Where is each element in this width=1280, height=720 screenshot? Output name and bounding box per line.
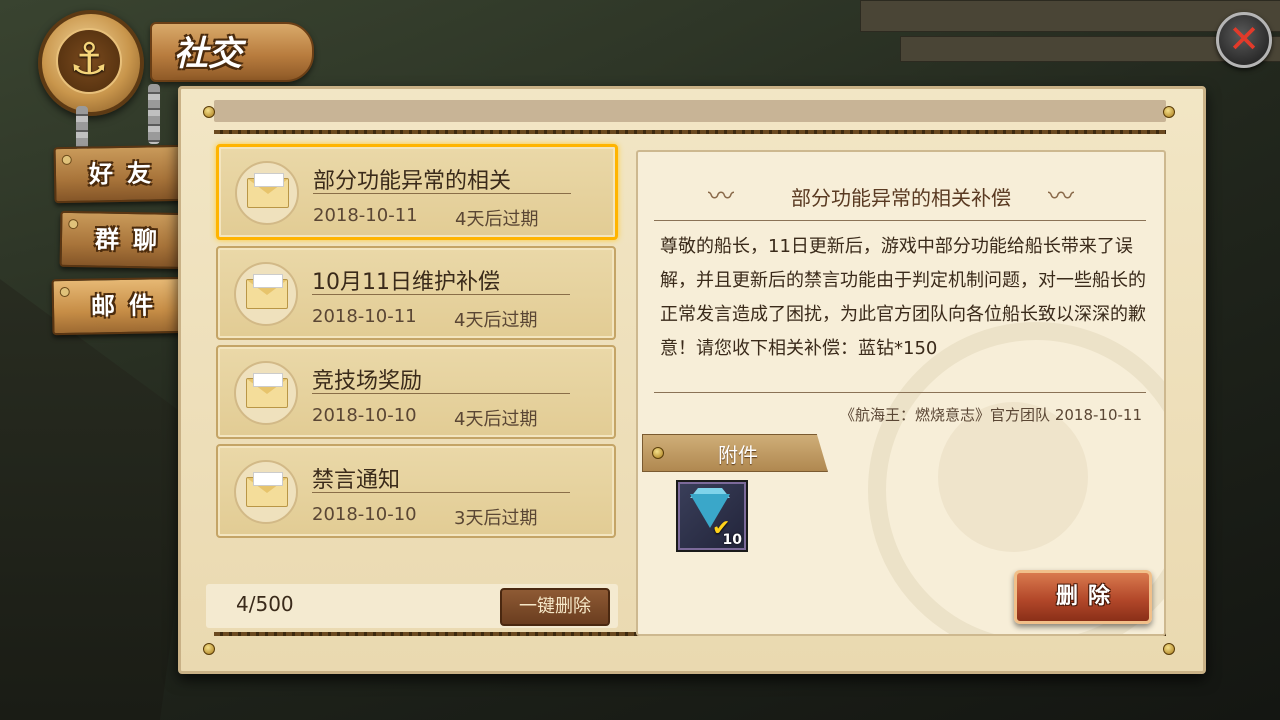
background-plank bbox=[860, 0, 1280, 32]
detail-body: 尊敬的船长，11日更新后，游戏中部分功能给船长带来了误解，并且更新后的禁言功能由… bbox=[660, 236, 1146, 359]
emblem-inner: ⚓ bbox=[56, 28, 122, 94]
stud-icon bbox=[203, 643, 215, 655]
anchor-icon: ⚓ bbox=[69, 34, 109, 85]
mail-date: 2018-10-11 bbox=[313, 205, 418, 226]
stud-icon bbox=[652, 447, 664, 459]
divider bbox=[654, 392, 1146, 393]
tab-label: 邮件 bbox=[90, 290, 168, 321]
mail-list-item[interactable]: 10月11日维护补偿 2018-10-11 4天后过期 bbox=[216, 246, 616, 340]
divider bbox=[312, 492, 570, 493]
mail-date: 2018-10-10 bbox=[312, 405, 417, 426]
detail-title: 部分功能异常的相关补偿 bbox=[791, 186, 1011, 210]
social-emblem: ⚓ bbox=[38, 10, 144, 116]
mail-detail-pane: 〰 〰 部分功能异常的相关补偿 尊敬的船长，11日更新后，游戏中部分功能给船长带… bbox=[636, 150, 1166, 636]
close-icon: ✕ bbox=[1228, 17, 1260, 61]
mail-title: 禁言通知 bbox=[312, 468, 401, 493]
divider bbox=[313, 193, 571, 194]
panel-divider-top bbox=[214, 130, 1166, 134]
mail-expire: 3天后过期 bbox=[454, 508, 538, 529]
envelope-icon bbox=[235, 161, 299, 225]
chain-decoration bbox=[148, 84, 160, 144]
tab-friends[interactable]: 好友 bbox=[53, 144, 187, 204]
divider bbox=[312, 294, 570, 295]
panel-top-bar bbox=[214, 100, 1166, 122]
mail-title: 竞技场奖励 bbox=[312, 369, 423, 394]
mail-expire: 4天后过期 bbox=[455, 209, 539, 230]
mail-list-item[interactable]: 禁言通知 2018-10-10 3天后过期 bbox=[216, 444, 616, 538]
delete-all-button[interactable]: 一键删除 bbox=[500, 588, 610, 626]
stud-icon bbox=[203, 106, 215, 118]
tab-mail[interactable]: 邮件 bbox=[51, 276, 193, 336]
checkmark-icon: ✔ bbox=[712, 516, 731, 541]
envelope-icon bbox=[234, 262, 298, 326]
divider bbox=[312, 393, 570, 394]
mail-list-item[interactable]: 部分功能异常的相关 2018-10-11 4天后过期 bbox=[216, 144, 618, 240]
mail-date: 2018-10-10 bbox=[312, 504, 417, 525]
envelope-icon bbox=[234, 460, 298, 524]
mail-count: 4/500 bbox=[236, 592, 294, 616]
tab-label: 好友 bbox=[88, 158, 166, 189]
tab-label: 群聊 bbox=[94, 224, 172, 255]
mail-expire: 4天后过期 bbox=[454, 310, 538, 331]
divider bbox=[654, 220, 1146, 221]
attachment-label: 附件 bbox=[718, 443, 758, 467]
tab-group-chat[interactable]: 群聊 bbox=[59, 210, 193, 270]
mail-expire: 4天后过期 bbox=[454, 409, 538, 430]
mail-title: 10月11日维护补偿 bbox=[312, 270, 500, 295]
close-button[interactable]: ✕ bbox=[1216, 12, 1272, 68]
detail-signature: 《航海王：燃烧意志》官方团队 2018-10-11 bbox=[840, 406, 1142, 424]
mail-list-item[interactable]: 竞技场奖励 2018-10-10 4天后过期 bbox=[216, 345, 616, 439]
stud-icon bbox=[1163, 643, 1175, 655]
mail-title: 部分功能异常的相关 bbox=[313, 169, 512, 194]
stud-icon bbox=[1163, 106, 1175, 118]
mail-date: 2018-10-11 bbox=[312, 306, 417, 327]
page-title: 社交 bbox=[174, 34, 242, 74]
attachment-item[interactable]: 10 ✔ bbox=[676, 480, 748, 552]
delete-button[interactable]: 删除 bbox=[1014, 570, 1152, 624]
envelope-icon bbox=[234, 361, 298, 425]
chain-decoration bbox=[76, 106, 88, 150]
